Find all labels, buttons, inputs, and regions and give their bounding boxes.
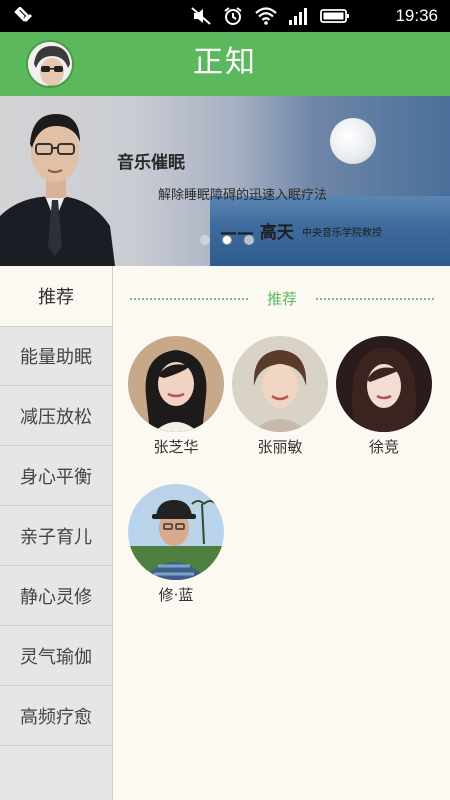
sidebar-item-label: 静心灵修 bbox=[20, 586, 92, 608]
divider-right bbox=[316, 298, 434, 300]
teacher-card[interactable]: 张芝华 bbox=[128, 336, 224, 457]
sidebar-item-label: 推荐 bbox=[38, 287, 74, 308]
category-sidebar: 推荐 能量助眠 减压放松 身心平衡 亲子育儿 静心灵修 灵气瑜伽 高频疗愈 bbox=[0, 266, 113, 800]
teacher-name: 徐竞 bbox=[368, 438, 399, 456]
sidebar-item-label: 能量助眠 bbox=[20, 347, 92, 368]
sidebar-item-balance[interactable]: 身心平衡 bbox=[0, 446, 112, 506]
sidebar-item-label: 减压放松 bbox=[20, 406, 92, 428]
teacher-name: 修·蓝 bbox=[158, 586, 194, 604]
teacher-avatar bbox=[336, 336, 432, 432]
teacher-avatar bbox=[128, 484, 224, 580]
sidebar-item-reiki-yoga[interactable]: 灵气瑜伽 bbox=[0, 626, 112, 686]
alarm-icon bbox=[224, 7, 242, 25]
app-header: 正知 bbox=[0, 32, 450, 96]
carousel-dot[interactable] bbox=[244, 235, 254, 245]
battery-icon bbox=[320, 9, 349, 23]
sidebar-item-frequency-healing[interactable]: 高频疗愈 bbox=[0, 686, 112, 746]
teacher-card[interactable]: 修·蓝 bbox=[128, 484, 224, 605]
banner-carousel[interactable]: 音乐催眠 解除睡眠障碍的迅速入眠疗法 —— 高天 中央音乐学院教授 bbox=[0, 96, 450, 266]
status-time: 19:36 bbox=[395, 6, 438, 25]
banner-subline: 解除睡眠障碍的迅速入眠疗法 bbox=[158, 188, 328, 203]
sidebar-item-label: 亲子育儿 bbox=[20, 526, 92, 548]
carousel-dot-active[interactable] bbox=[222, 235, 232, 245]
teacher-card[interactable]: 张丽敏 bbox=[232, 336, 328, 457]
banner-moon bbox=[330, 118, 376, 164]
status-bar: 19:36 bbox=[0, 0, 450, 32]
mute-icon bbox=[191, 7, 211, 25]
signal-icon bbox=[289, 8, 307, 25]
teacher-avatar bbox=[128, 336, 224, 432]
status-icons bbox=[190, 6, 350, 26]
sidebar-item-meditation[interactable]: 静心灵修 bbox=[0, 566, 112, 626]
sidebar-item-label: 高频疗愈 bbox=[20, 706, 92, 728]
sidebar-item-recommend[interactable]: 推荐 bbox=[0, 266, 112, 326]
notification-icon bbox=[14, 7, 33, 23]
teacher-name: 张芝华 bbox=[153, 438, 199, 456]
sidebar-item-label: 身心平衡 bbox=[20, 466, 92, 488]
wifi-icon bbox=[255, 7, 277, 25]
banner-headline: 音乐催眠 bbox=[117, 153, 185, 173]
carousel-dot[interactable] bbox=[200, 235, 210, 245]
sidebar-item-parenting[interactable]: 亲子育儿 bbox=[0, 506, 112, 566]
sidebar-item-stress-relief[interactable]: 减压放松 bbox=[0, 386, 112, 446]
banner-person-image bbox=[0, 114, 115, 266]
section-header: 推荐 bbox=[130, 288, 434, 310]
teacher-name: 张丽敏 bbox=[257, 438, 303, 456]
carousel-dots bbox=[200, 235, 254, 245]
banner-author-title: 中央音乐学院教授 bbox=[302, 228, 382, 239]
teacher-card[interactable]: 徐竞 bbox=[336, 336, 432, 457]
sidebar-item-energy-sleep[interactable]: 能量助眠 bbox=[0, 326, 112, 386]
app-title: 正知 bbox=[193, 45, 257, 80]
main-content: 推荐 张芝华 张丽敏 徐竞 修·蓝 bbox=[114, 266, 450, 800]
sidebar-item-label: 灵气瑜伽 bbox=[20, 646, 92, 668]
teacher-avatar bbox=[232, 336, 328, 432]
